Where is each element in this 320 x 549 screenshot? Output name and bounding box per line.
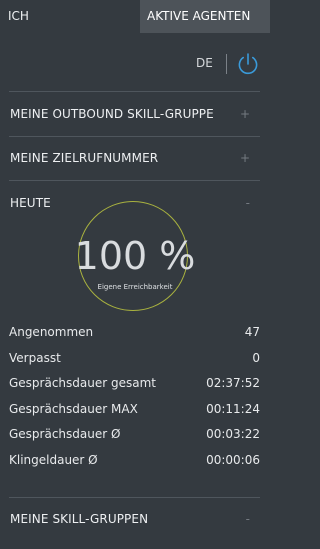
stat-row: Gesprächsdauer MAX 00:11:24 [9,402,260,428]
expand-icon[interactable]: + [240,107,250,121]
stat-value: 02:37:52 [206,376,260,390]
divider [9,136,260,137]
stat-row: Verpasst 0 [9,351,260,377]
stats-list: Angenommen 47 Verpasst 0 Gesprächsdauer … [9,325,260,478]
stat-value: 00:11:24 [206,401,260,416]
section-skill-groups[interactable]: MEINE SKILL-GRUPPEN - [10,512,260,530]
section-target-number[interactable]: MEINE ZIELRUFNUMMER + [10,151,260,169]
power-icon[interactable] [236,52,260,76]
stat-row: Angenommen 47 [9,325,260,351]
stat-row: Gesprächsdauer gesamt 02:37:52 [9,376,260,402]
collapse-icon[interactable]: - [246,512,250,526]
stat-value: 00:00:06 [206,452,260,467]
language-selector[interactable]: DE [196,56,213,70]
section-title: MEINE OUTBOUND SKILL-GRUPPE [10,107,214,121]
header-divider [226,54,227,74]
section-title: MEINE ZIELRUFNUMMER [10,151,159,165]
tab-aktive-agenten[interactable]: AKTIVE AGENTEN [140,0,270,33]
stat-value: 00:03:22 [206,427,260,441]
stat-label: Gesprächsdauer MAX [9,401,138,416]
availability-caption: Eigene Erreichbarkeit [97,283,173,291]
stat-row: Gesprächsdauer Ø 00:03:22 [9,427,260,453]
divider [9,91,260,92]
section-outbound-skill-group[interactable]: MEINE OUTBOUND SKILL-GRUPPE + [10,107,260,125]
section-title: HEUTE [10,196,51,210]
stat-label: Gesprächsdauer Ø [9,427,121,441]
section-title: MEINE SKILL-GRUPPEN [10,512,149,526]
tab-bar: ICH AKTIVE AGENTEN [0,0,270,33]
stat-value: 0 [252,350,260,365]
divider [9,180,260,181]
tab-ich[interactable]: ICH [0,0,140,33]
stat-label: Verpasst [9,350,61,365]
divider [9,497,260,498]
stat-row: Klingeldauer Ø 00:00:06 [9,453,260,479]
stat-label: Klingeldauer Ø [9,452,98,467]
availability-value: 100 % [74,234,196,278]
stat-label: Angenommen [9,325,94,339]
expand-icon[interactable]: + [240,151,250,165]
collapse-icon[interactable]: - [246,196,250,210]
stat-label: Gesprächsdauer gesamt [9,376,156,390]
stat-value: 47 [244,325,260,339]
